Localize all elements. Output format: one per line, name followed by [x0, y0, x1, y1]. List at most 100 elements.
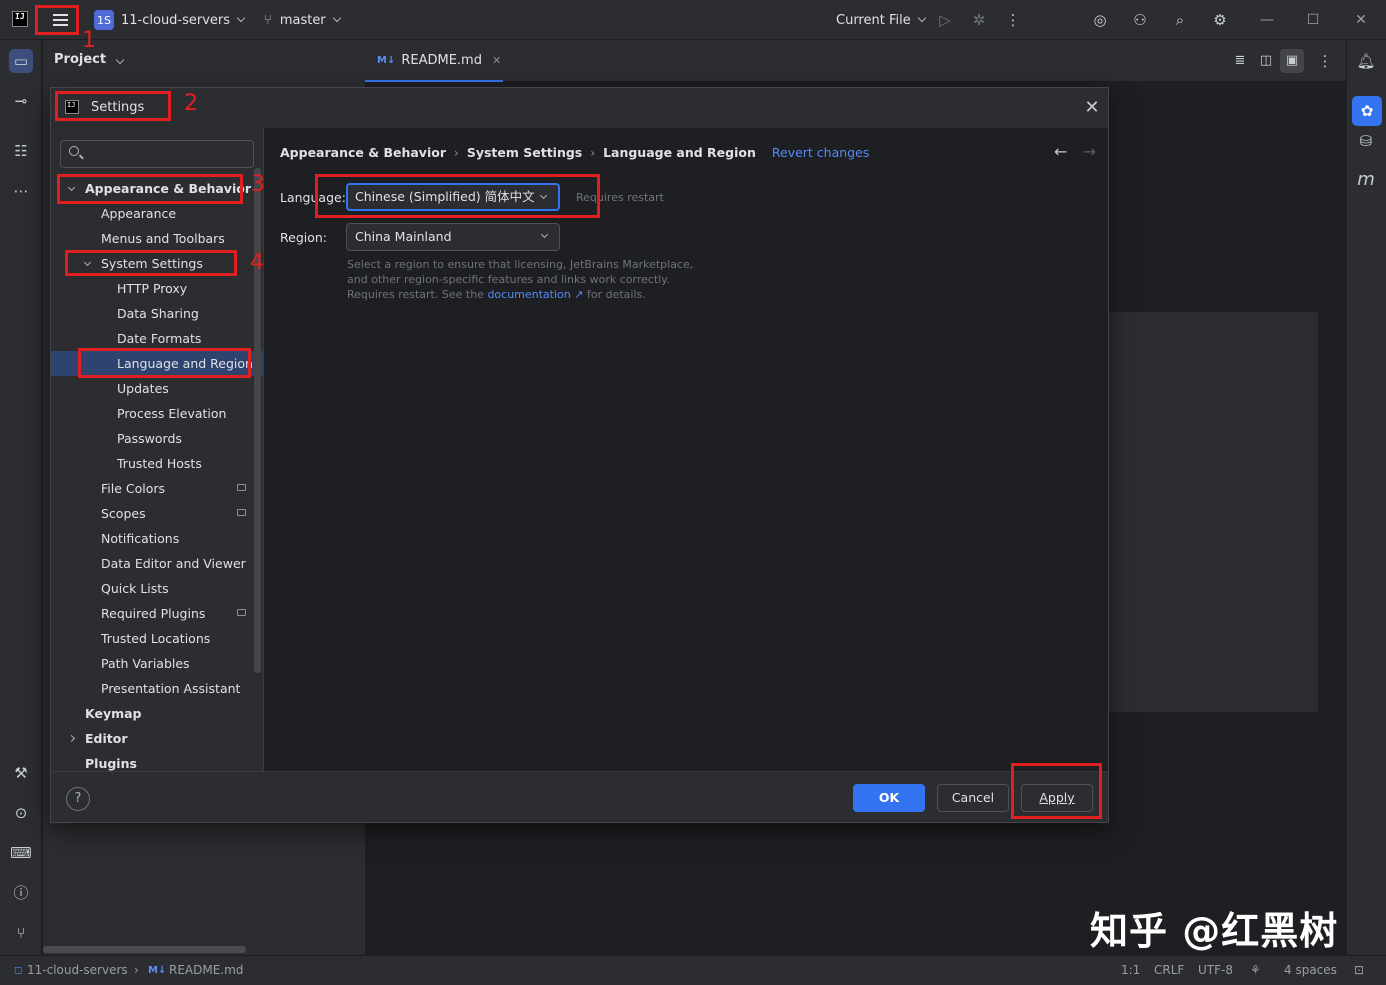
tree-item[interactable]: Editor	[51, 726, 263, 751]
branch-switcher[interactable]: ⑂ master	[264, 0, 341, 40]
language-label: Language:	[280, 190, 346, 205]
language-select[interactable]: Chinese (Simplified) 简体中文	[346, 183, 560, 211]
tree-item[interactable]: File Colors	[51, 476, 263, 501]
run-icon[interactable]: ▷	[935, 10, 955, 30]
tree-item[interactable]: Language and Region	[51, 351, 263, 376]
minimize-icon[interactable]: —	[1244, 0, 1290, 40]
git-icon[interactable]: ⑂	[9, 921, 33, 945]
status-separator-icon: ›	[134, 963, 139, 977]
tree-item[interactable]: Passwords	[51, 426, 263, 451]
ai-chat-icon[interactable]: ✿	[1352, 96, 1382, 126]
run-config-selector[interactable]: Current File	[836, 0, 926, 40]
branch-name: master	[279, 12, 326, 28]
terminal-icon[interactable]: ⌨	[9, 841, 33, 865]
editorconfig-icon[interactable]: ⚘	[1250, 963, 1261, 977]
tree-item[interactable]: Appearance & Behavior	[51, 176, 263, 201]
settings-gear-icon[interactable]: ⚙	[1210, 10, 1230, 30]
add-user-icon[interactable]: ⚇	[1130, 10, 1150, 30]
status-position[interactable]: 1:1	[1121, 963, 1140, 977]
commit-icon[interactable]: ⊸	[9, 89, 33, 113]
chevron-down-icon[interactable]	[83, 258, 92, 267]
tree-item[interactable]: Menus and Toolbars	[51, 226, 263, 251]
tree-item[interactable]: Data Sharing	[51, 301, 263, 326]
close-window-icon[interactable]: ✕	[1338, 0, 1384, 40]
editor-more-icon[interactable]: ⋮	[1313, 49, 1337, 73]
documentation-link[interactable]: documentation ↗	[487, 288, 583, 301]
tree-item[interactable]: Path Variables	[51, 651, 263, 676]
apply-button[interactable]: Apply	[1021, 784, 1093, 812]
tree-item-label: Path Variables	[101, 656, 190, 671]
forward-arrow-icon[interactable]: →	[1083, 142, 1096, 161]
annotation-number: 2	[184, 91, 198, 116]
database-icon[interactable]: ⛁	[1354, 129, 1378, 153]
chevron-down-icon[interactable]	[67, 183, 76, 192]
problems-icon[interactable]: ⓘ	[9, 881, 33, 905]
back-arrow-icon[interactable]: ←	[1054, 142, 1067, 161]
horizontal-scrollbar[interactable]	[43, 946, 246, 953]
debug-icon[interactable]: ✲	[969, 10, 989, 30]
tree-item[interactable]: Required Plugins	[51, 601, 263, 626]
editor-tab-bar: M↓ README.md ✕ ≣ ◫ ▣ ⋮	[365, 40, 1346, 82]
tree-item[interactable]: Scopes	[51, 501, 263, 526]
help-button[interactable]: ?	[66, 787, 90, 811]
tree-item-label: Scopes	[101, 506, 146, 521]
tree-item[interactable]: Keymap	[51, 701, 263, 726]
settings-dialog: IJ Settings ✕ Appearance & Behavior Appea…	[50, 87, 1109, 823]
main-menu-button[interactable]	[44, 10, 76, 30]
services-icon[interactable]: ⊙	[9, 801, 33, 825]
left-tool-strip: ▭ ⊸ ☷ ⋯ ⚒ ⊙ ⌨ ⓘ ⑂	[0, 40, 42, 955]
tree-item[interactable]: Plugins	[51, 751, 263, 771]
tree-item[interactable]: System Settings	[51, 251, 263, 276]
structure-icon[interactable]: ☷	[9, 139, 33, 163]
tree-item[interactable]: Data Editor and Viewer	[51, 551, 263, 576]
status-indent[interactable]: 4 spaces	[1284, 963, 1337, 977]
chevron-right-icon[interactable]	[67, 734, 76, 743]
project-switcher[interactable]: 1S 11-cloud-servers	[94, 0, 246, 40]
tree-item[interactable]: HTTP Proxy	[51, 276, 263, 301]
tree-scrollbar[interactable]	[254, 168, 261, 673]
build-hammer-icon[interactable]: ⚒	[9, 761, 33, 785]
breadcrumb-item[interactable]: System Settings	[467, 145, 582, 160]
ok-button[interactable]: OK	[853, 784, 925, 812]
editor-only-icon[interactable]: ≣	[1228, 49, 1252, 73]
dialog-header: IJ Settings ✕	[51, 88, 1108, 128]
close-tab-icon[interactable]: ✕	[492, 54, 501, 67]
status-encoding[interactable]: UTF-8	[1198, 963, 1233, 977]
close-dialog-icon[interactable]: ✕	[1081, 97, 1103, 119]
tree-item[interactable]: Trusted Hosts	[51, 451, 263, 476]
project-panel-title[interactable]: Project	[54, 52, 124, 67]
revert-changes-link[interactable]: Revert changes	[772, 145, 869, 160]
lock-icon[interactable]: ⊡	[1354, 963, 1364, 977]
status-project[interactable]: 11-cloud-servers	[27, 963, 128, 977]
more-actions-icon[interactable]: ⋮	[1003, 10, 1023, 30]
maximize-icon[interactable]: ☐	[1290, 0, 1336, 40]
status-line-separator[interactable]: CRLF	[1154, 963, 1184, 977]
region-select[interactable]: China Mainland	[346, 223, 560, 251]
settings-search-box[interactable]	[60, 140, 254, 168]
maven-icon[interactable]: m	[1354, 168, 1378, 192]
tree-item[interactable]: Notifications	[51, 526, 263, 551]
search-icon[interactable]: ⌕	[1170, 10, 1190, 30]
tree-item[interactable]: Process Elevation	[51, 401, 263, 426]
tree-item[interactable]: Updates	[51, 376, 263, 401]
ai-assistant-icon[interactable]: ◎	[1090, 10, 1110, 30]
project-folder-icon[interactable]: ▭	[9, 49, 33, 73]
tree-item[interactable]: Trusted Locations	[51, 626, 263, 651]
more-tools-icon[interactable]: ⋯	[9, 179, 33, 203]
cancel-button[interactable]: Cancel	[937, 784, 1009, 812]
breadcrumb-item[interactable]: Appearance & Behavior	[280, 145, 446, 160]
tree-item[interactable]: Quick Lists	[51, 576, 263, 601]
preview-only-icon[interactable]: ▣	[1280, 49, 1304, 73]
notifications-bell-icon[interactable]: 🔔︎	[1354, 49, 1378, 73]
editor-tab-readme[interactable]: M↓ README.md ✕	[365, 40, 503, 82]
status-file[interactable]: README.md	[169, 963, 243, 977]
tree-item[interactable]: Appearance	[51, 201, 263, 226]
tree-item[interactable]: Presentation Assistant	[51, 676, 263, 701]
tree-item-label: Appearance & Behavior	[85, 181, 251, 196]
tree-item[interactable]: Date Formats	[51, 326, 263, 351]
settings-search-input[interactable]	[87, 144, 247, 164]
editor-tab-label: README.md	[401, 52, 482, 68]
tree-item-label: Quick Lists	[101, 581, 169, 596]
split-view-icon[interactable]: ◫	[1254, 49, 1278, 73]
settings-sidebar: Appearance & Behavior Appearance Menus and…	[51, 128, 263, 771]
